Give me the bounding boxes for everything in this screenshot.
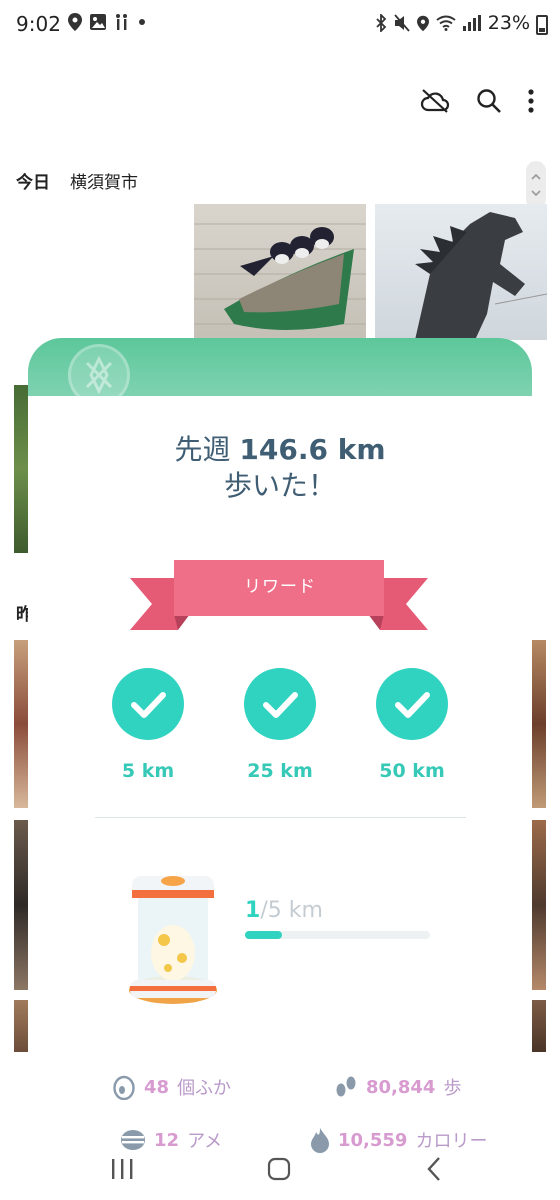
location-icon xyxy=(416,15,429,31)
section-divider xyxy=(95,817,466,818)
gallery-toolbar xyxy=(420,88,534,114)
milestone-label-50km: 50 km xyxy=(379,760,445,782)
photo-strip-left-middle xyxy=(14,640,28,808)
milestone-label-5km: 5 km xyxy=(121,760,175,782)
photo-strip-left-bottom xyxy=(14,820,28,990)
mute-icon xyxy=(394,14,410,32)
search-icon[interactable] xyxy=(476,88,502,114)
status-bar: 9:02 23% xyxy=(0,0,560,50)
more-vert-icon[interactable] xyxy=(528,89,534,113)
progress-total: /5 km xyxy=(260,898,323,923)
milestone-label-25km: 25 km xyxy=(247,760,313,782)
walking-people-icon xyxy=(116,14,127,30)
stat-steps-value: 80,844 xyxy=(366,1076,436,1098)
home-icon[interactable] xyxy=(267,1157,291,1181)
stat-eggs-value: 48 xyxy=(144,1076,170,1098)
stat-steps: 80,844 歩 xyxy=(334,1074,461,1100)
wifi-icon xyxy=(436,15,456,31)
gallery-icon xyxy=(90,14,106,30)
reward-label: リワード xyxy=(244,577,316,597)
egg-icon xyxy=(113,1075,135,1100)
photo-strip-right-last xyxy=(532,1000,546,1052)
godzilla-statue-photo xyxy=(415,212,547,340)
stat-eggs-unit: 個ふか xyxy=(177,1078,232,1099)
recent-apps-icon[interactable] xyxy=(110,1158,134,1180)
headline-distance: 146.6 km xyxy=(239,433,386,466)
headline-prefix: 先週 xyxy=(174,433,231,466)
system-nav-bar xyxy=(0,1146,560,1200)
fast-scroll-handle[interactable] xyxy=(526,161,546,209)
card-header-band xyxy=(28,338,532,406)
battery-icon xyxy=(536,15,548,35)
section-location-label: 横須賀市 xyxy=(70,173,138,193)
stat-steps-unit: 歩 xyxy=(443,1078,462,1099)
progress-done: 1 xyxy=(245,898,261,923)
headline-suffix: 歩いた！ xyxy=(223,469,336,502)
egg-incubator-icon xyxy=(129,876,217,1004)
photo-thumbnail-godzilla[interactable] xyxy=(375,204,547,340)
chevron-up-down-icon xyxy=(531,173,541,197)
bluetooth-icon xyxy=(376,14,387,32)
incubator-progress-fill xyxy=(245,931,282,939)
status-time: 9:02 xyxy=(16,12,61,36)
weekly-distance-headline: 先週 146.6 km 歩いた！ xyxy=(0,432,560,504)
milestone-check-5km xyxy=(112,668,184,740)
cloud-off-icon[interactable] xyxy=(420,88,450,114)
section-today-label: 今日 xyxy=(16,173,50,193)
milestone-check-50km xyxy=(376,668,448,740)
incubator-progress-bar xyxy=(245,931,430,939)
swallow-nest-photo xyxy=(194,223,366,330)
gallery-date-header: 今日 横須賀市 xyxy=(16,168,138,193)
photo-strip-left-last xyxy=(14,1000,28,1052)
incubator-progress-text: 1/5 km xyxy=(245,898,323,923)
battery-percent: 23% xyxy=(487,12,530,34)
photo-thumbnail-swallows[interactable] xyxy=(194,204,366,340)
checkmark-icon xyxy=(131,692,166,718)
photo-strip-right-top xyxy=(532,640,546,808)
location-pin-icon xyxy=(68,13,82,31)
signal-icon xyxy=(462,15,481,31)
stat-eggs-hatched: 48 個ふか xyxy=(112,1074,231,1100)
checkmark-icon xyxy=(263,692,298,718)
checkmark-icon xyxy=(395,692,430,718)
photo-strip-right-middle xyxy=(532,820,546,990)
dot-icon xyxy=(139,19,145,25)
footsteps-icon xyxy=(336,1076,356,1097)
milestone-check-25km xyxy=(244,668,316,740)
back-icon[interactable] xyxy=(426,1156,442,1182)
